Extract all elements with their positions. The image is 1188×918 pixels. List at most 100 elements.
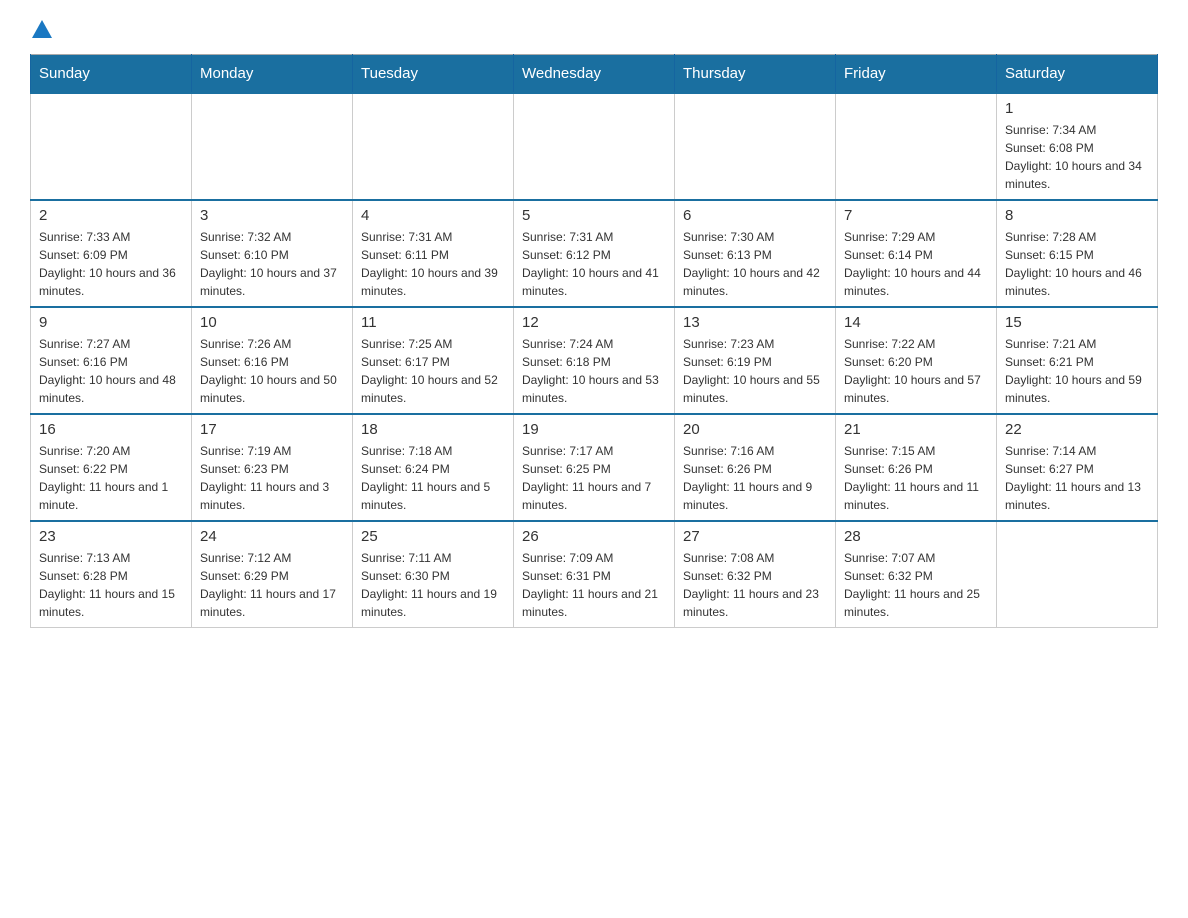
calendar-cell	[675, 93, 836, 200]
day-info: Sunrise: 7:19 AMSunset: 6:23 PMDaylight:…	[200, 442, 344, 514]
column-header-tuesday: Tuesday	[353, 55, 514, 94]
calendar-table: SundayMondayTuesdayWednesdayThursdayFrid…	[30, 54, 1158, 628]
calendar-cell: 10 Sunrise: 7:26 AMSunset: 6:16 PMDayligh…	[192, 307, 353, 414]
day-number: 16	[39, 421, 183, 438]
day-info: Sunrise: 7:11 AMSunset: 6:30 PMDaylight:…	[361, 549, 505, 621]
day-info: Sunrise: 7:21 AMSunset: 6:21 PMDaylight:…	[1005, 335, 1149, 407]
day-info: Sunrise: 7:34 AMSunset: 6:08 PMDaylight:…	[1005, 121, 1149, 193]
calendar-cell: 8Sunrise: 7:28 AMSunset: 6:15 PMDaylight…	[997, 200, 1158, 307]
day-info: Sunrise: 7:23 AMSunset: 6:19 PMDaylight:…	[683, 335, 827, 407]
day-number: 11	[361, 314, 505, 331]
day-info: Sunrise: 7:31 AMSunset: 6:12 PMDaylight:…	[522, 228, 666, 300]
calendar-cell: 12 Sunrise: 7:24 AMSunset: 6:18 PMDayligh…	[514, 307, 675, 414]
calendar-cell: 2 Sunrise: 7:33 AMSunset: 6:09 PMDaylight…	[31, 200, 192, 307]
calendar-cell: 14 Sunrise: 7:22 AMSunset: 6:20 PMDayligh…	[836, 307, 997, 414]
day-info: Sunrise: 7:31 AMSunset: 6:11 PMDaylight:…	[361, 228, 505, 300]
calendar-cell: 23Sunrise: 7:13 AMSunset: 6:28 PMDayligh…	[31, 521, 192, 628]
calendar-cell: 15Sunrise: 7:21 AMSunset: 6:21 PMDayligh…	[997, 307, 1158, 414]
day-info: Sunrise: 7:07 AMSunset: 6:32 PMDaylight:…	[844, 549, 988, 621]
calendar-cell: 4 Sunrise: 7:31 AMSunset: 6:11 PMDaylight…	[353, 200, 514, 307]
calendar-cell: 9 Sunrise: 7:27 AMSunset: 6:16 PMDaylight…	[31, 307, 192, 414]
day-number: 23	[39, 528, 183, 545]
day-number: 20	[683, 421, 827, 438]
calendar-cell: 6 Sunrise: 7:30 AMSunset: 6:13 PMDaylight…	[675, 200, 836, 307]
column-header-monday: Monday	[192, 55, 353, 94]
day-number: 7	[844, 207, 988, 224]
calendar-cell	[192, 93, 353, 200]
day-number: 10	[200, 314, 344, 331]
day-number: 26	[522, 528, 666, 545]
day-number: 28	[844, 528, 988, 545]
day-info: Sunrise: 7:08 AMSunset: 6:32 PMDaylight:…	[683, 549, 827, 621]
calendar-cell: 18 Sunrise: 7:18 AMSunset: 6:24 PMDayligh…	[353, 414, 514, 521]
day-info: Sunrise: 7:15 AMSunset: 6:26 PMDaylight:…	[844, 442, 988, 514]
calendar-header-row: SundayMondayTuesdayWednesdayThursdayFrid…	[31, 55, 1158, 94]
day-info: Sunrise: 7:29 AMSunset: 6:14 PMDaylight:…	[844, 228, 988, 300]
calendar-cell: 19 Sunrise: 7:17 AMSunset: 6:25 PMDayligh…	[514, 414, 675, 521]
day-info: Sunrise: 7:09 AMSunset: 6:31 PMDaylight:…	[522, 549, 666, 621]
day-number: 17	[200, 421, 344, 438]
day-info: Sunrise: 7:26 AMSunset: 6:16 PMDaylight:…	[200, 335, 344, 407]
calendar-cell: 16 Sunrise: 7:20 AMSunset: 6:22 PMDayligh…	[31, 414, 192, 521]
column-header-sunday: Sunday	[31, 55, 192, 94]
column-header-thursday: Thursday	[675, 55, 836, 94]
calendar-week-row: 9 Sunrise: 7:27 AMSunset: 6:16 PMDaylight…	[31, 307, 1158, 414]
calendar-cell: 5 Sunrise: 7:31 AMSunset: 6:12 PMDaylight…	[514, 200, 675, 307]
calendar-cell: 27 Sunrise: 7:08 AMSunset: 6:32 PMDayligh…	[675, 521, 836, 628]
calendar-cell: 13 Sunrise: 7:23 AMSunset: 6:19 PMDayligh…	[675, 307, 836, 414]
day-info: Sunrise: 7:12 AMSunset: 6:29 PMDaylight:…	[200, 549, 344, 621]
day-info: Sunrise: 7:28 AMSunset: 6:15 PMDaylight:…	[1005, 228, 1149, 300]
calendar-cell: 22 Sunrise: 7:14 AMSunset: 6:27 PMDayligh…	[997, 414, 1158, 521]
calendar-week-row: 1 Sunrise: 7:34 AMSunset: 6:08 PMDaylight…	[31, 93, 1158, 200]
day-info: Sunrise: 7:14 AMSunset: 6:27 PMDaylight:…	[1005, 442, 1149, 514]
day-number: 21	[844, 421, 988, 438]
day-number: 14	[844, 314, 988, 331]
calendar-cell	[997, 521, 1158, 628]
day-number: 3	[200, 207, 344, 224]
calendar-week-row: 2 Sunrise: 7:33 AMSunset: 6:09 PMDaylight…	[31, 200, 1158, 307]
calendar-cell: 7 Sunrise: 7:29 AMSunset: 6:14 PMDaylight…	[836, 200, 997, 307]
logo	[30, 20, 54, 38]
day-info: Sunrise: 7:20 AMSunset: 6:22 PMDaylight:…	[39, 442, 183, 514]
day-info: Sunrise: 7:18 AMSunset: 6:24 PMDaylight:…	[361, 442, 505, 514]
day-info: Sunrise: 7:33 AMSunset: 6:09 PMDaylight:…	[39, 228, 183, 300]
day-number: 2	[39, 207, 183, 224]
calendar-cell	[836, 93, 997, 200]
day-info: Sunrise: 7:30 AMSunset: 6:13 PMDaylight:…	[683, 228, 827, 300]
calendar-cell: 11 Sunrise: 7:25 AMSunset: 6:17 PMDayligh…	[353, 307, 514, 414]
day-number: 1	[1005, 100, 1149, 117]
day-info: Sunrise: 7:27 AMSunset: 6:16 PMDaylight:…	[39, 335, 183, 407]
calendar-cell	[353, 93, 514, 200]
day-number: 4	[361, 207, 505, 224]
day-number: 5	[522, 207, 666, 224]
day-number: 18	[361, 421, 505, 438]
day-number: 19	[522, 421, 666, 438]
day-info: Sunrise: 7:25 AMSunset: 6:17 PMDaylight:…	[361, 335, 505, 407]
calendar-cell: 28 Sunrise: 7:07 AMSunset: 6:32 PMDayligh…	[836, 521, 997, 628]
day-info: Sunrise: 7:32 AMSunset: 6:10 PMDaylight:…	[200, 228, 344, 300]
calendar-cell: 25 Sunrise: 7:11 AMSunset: 6:30 PMDayligh…	[353, 521, 514, 628]
day-number: 25	[361, 528, 505, 545]
column-header-saturday: Saturday	[997, 55, 1158, 94]
day-number: 27	[683, 528, 827, 545]
day-number: 9	[39, 314, 183, 331]
day-number: 12	[522, 314, 666, 331]
day-number: 6	[683, 207, 827, 224]
column-header-friday: Friday	[836, 55, 997, 94]
logo-triangle-icon	[32, 20, 52, 38]
day-number: 13	[683, 314, 827, 331]
calendar-cell: 20 Sunrise: 7:16 AMSunset: 6:26 PMDayligh…	[675, 414, 836, 521]
calendar-cell: 3 Sunrise: 7:32 AMSunset: 6:10 PMDaylight…	[192, 200, 353, 307]
column-header-wednesday: Wednesday	[514, 55, 675, 94]
day-number: 22	[1005, 421, 1149, 438]
calendar-week-row: 16 Sunrise: 7:20 AMSunset: 6:22 PMDayligh…	[31, 414, 1158, 521]
calendar-cell: 24 Sunrise: 7:12 AMSunset: 6:29 PMDayligh…	[192, 521, 353, 628]
calendar-cell: 21 Sunrise: 7:15 AMSunset: 6:26 PMDayligh…	[836, 414, 997, 521]
page-header	[30, 20, 1158, 38]
day-info: Sunrise: 7:22 AMSunset: 6:20 PMDaylight:…	[844, 335, 988, 407]
day-number: 24	[200, 528, 344, 545]
day-info: Sunrise: 7:17 AMSunset: 6:25 PMDaylight:…	[522, 442, 666, 514]
calendar-week-row: 23Sunrise: 7:13 AMSunset: 6:28 PMDayligh…	[31, 521, 1158, 628]
day-info: Sunrise: 7:24 AMSunset: 6:18 PMDaylight:…	[522, 335, 666, 407]
day-info: Sunrise: 7:16 AMSunset: 6:26 PMDaylight:…	[683, 442, 827, 514]
